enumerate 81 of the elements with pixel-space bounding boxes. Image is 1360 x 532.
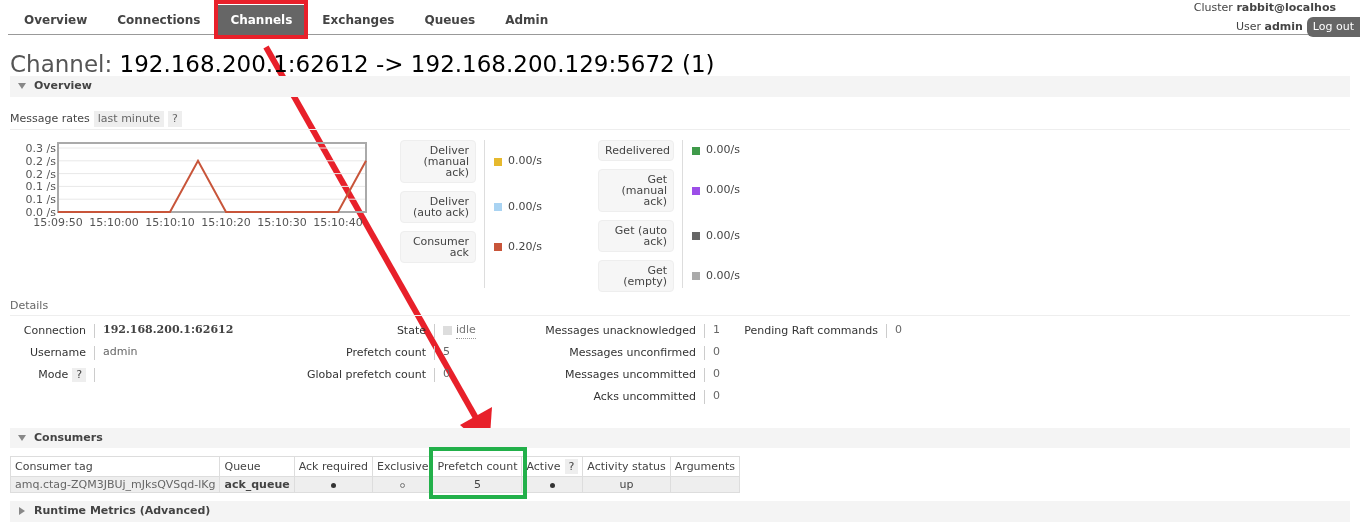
rate-label: Deliver (auto ack) (400, 191, 476, 223)
nav-tab[interactable]: Channels (218, 5, 305, 35)
detail-label: Pending Raft commands (744, 323, 878, 338)
section-title: Overview (34, 78, 92, 94)
detail-label: Messages uncommitted (564, 367, 696, 382)
column-header: Ack required (298, 459, 369, 474)
detail-label: Username (29, 345, 86, 360)
detail-value: 0 (895, 322, 902, 339)
y-tick-label: 0.1 /s (25, 193, 56, 207)
rate-label: Get (manual ack) (598, 169, 674, 212)
period-dropdown[interactable]: last minute (93, 110, 164, 127)
expand-triangle-icon (18, 507, 26, 516)
section-header[interactable]: Overview (10, 76, 1350, 97)
y-tick-label: 0.2 /s (25, 167, 56, 181)
column-header: Activity status (587, 459, 666, 474)
table-cell: 5 (432, 476, 522, 493)
detail-label: Global prefetch count (306, 367, 426, 382)
rate-label: Deliver (manual ack) (400, 140, 476, 183)
detail-label: Connection (23, 323, 86, 338)
detail-value: 0 (713, 366, 720, 383)
detail-value: 0 (713, 388, 720, 405)
column-header: Queue (224, 459, 261, 474)
rate-value: 0.00/s (508, 198, 543, 215)
detail-value: 0 (713, 344, 720, 361)
section-title: Runtime Metrics (Advanced) (34, 503, 211, 519)
nav-tab[interactable]: Queues (412, 5, 488, 35)
rates-label: Message rates (10, 110, 90, 127)
nav-tab[interactable]: Connections (105, 5, 213, 35)
rate-value: 0.00/s (508, 153, 543, 170)
rate-value: 0.20/s (508, 238, 543, 255)
column-header: Consumer tag (15, 459, 93, 474)
section-subtitle: Details (10, 298, 1350, 316)
collapse-triangle-icon (18, 82, 26, 91)
detail-label: Messages unconfirmed (569, 345, 696, 360)
x-tick-label: 15:10:00 (89, 216, 139, 229)
rate-label: Get (auto ack) (598, 220, 674, 252)
x-tick-label: 15:09:50 (33, 216, 83, 229)
detail-label: Messages unacknowledged (545, 323, 696, 338)
detail-label: Mode (38, 367, 69, 382)
y-tick-label: 0.1 /s (25, 180, 56, 194)
logout-button[interactable]: Log out (1306, 16, 1360, 37)
rate-value: 0.00/s (706, 182, 741, 199)
column-header: Prefetch count (437, 459, 518, 474)
rate-label: Redelivered (598, 140, 674, 161)
column-header: Exclusive (377, 459, 429, 474)
section-title: Consumers (34, 429, 103, 446)
x-tick-label: 15:10:20 (201, 216, 251, 229)
cluster-text: Cluster rabbit@localhos (1193, 0, 1336, 16)
detail-value: idle (456, 321, 476, 340)
detail-value: admin (103, 344, 138, 361)
detail-value: 192.168.200.1:62612 (103, 322, 234, 339)
section-header[interactable]: Runtime Metrics (Advanced) (10, 501, 1350, 522)
help-button[interactable]: ? (564, 459, 579, 474)
collapse-triangle-icon (18, 433, 26, 442)
nav-tab[interactable]: Exchanges (310, 5, 407, 35)
y-tick-label: 0.0 /s (25, 206, 56, 219)
rate-label: Get (empty) (598, 260, 674, 292)
nav-tab[interactable]: Overview (12, 5, 100, 35)
detail-label: Prefetch count (346, 345, 426, 360)
x-tick-label: 15:10:10 (145, 216, 195, 229)
section-header[interactable]: Consumers (10, 427, 1350, 448)
y-tick-label: 0.2 /s (25, 154, 56, 168)
table-cell: ack_queue (220, 476, 295, 493)
rate-value: 0.00/s (706, 227, 741, 244)
help-button[interactable]: ? (72, 367, 86, 382)
rate-value: 0.00/s (706, 142, 741, 159)
rate-value: 0.00/s (706, 267, 741, 284)
detail-value: 5 (443, 344, 450, 361)
detail-value: 1 (713, 322, 720, 339)
rate-label: Consumer ack (400, 231, 476, 263)
x-tick-label: 15:10:30 (257, 216, 307, 229)
help-button[interactable]: ? (167, 110, 182, 127)
user-text: User admin (1235, 18, 1303, 35)
column-header: Arguments (674, 459, 736, 474)
y-tick-label: 0.3 /s (25, 142, 56, 155)
state-square-icon (443, 326, 452, 335)
nav-tab[interactable]: Admin (493, 5, 561, 35)
detail-label: Acks uncommitted (593, 389, 696, 404)
table-cell: amq.ctag-ZQM3JBUj_mJksQVSqd-lKg (10, 476, 220, 493)
table-cell: up (582, 476, 671, 493)
x-tick-label: 15:10:40 (313, 216, 363, 229)
